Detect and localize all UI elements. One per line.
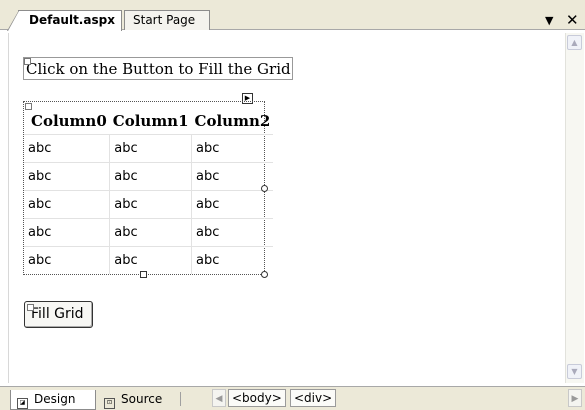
scroll-down-icon[interactable]: ▼ xyxy=(567,364,582,379)
resize-handle-corner[interactable] xyxy=(261,271,268,278)
table-row: abc abc abc xyxy=(24,133,274,162)
page-heading-label[interactable]: Click on the Button to Fill the Grid xyxy=(23,57,293,80)
grid-cell: abc xyxy=(191,189,274,218)
table-row: abc abc abc xyxy=(24,189,274,218)
grid-view[interactable]: Column0 Column1 Column2 abc abc abc abc … xyxy=(23,101,274,275)
tag-nav-right-icon[interactable]: ▶ xyxy=(568,389,582,407)
grid-cell: abc xyxy=(109,189,193,218)
column-header: Column0 xyxy=(31,111,107,130)
control-glyph-icon xyxy=(24,58,31,65)
grid-cell: abc xyxy=(24,189,111,218)
fill-grid-button[interactable]: Fill Grid xyxy=(24,301,93,328)
design-view-icon: ◪ xyxy=(17,398,28,409)
grid-table: Column0 Column1 Column2 abc abc abc abc … xyxy=(24,102,274,274)
grid-cell: abc xyxy=(109,217,193,246)
scroll-up-icon[interactable]: ▲ xyxy=(567,35,582,50)
grid-cell: abc xyxy=(24,133,111,162)
tag-nav-div[interactable]: <div> xyxy=(290,389,337,407)
chevron-down-icon[interactable]: ▼ xyxy=(545,14,553,27)
grid-cell: abc xyxy=(191,245,274,274)
tab-source-view[interactable]: ⊡ Source xyxy=(98,390,178,410)
grid-cell: abc xyxy=(109,245,193,274)
grid-cell: abc xyxy=(24,245,111,274)
tab-default-aspx[interactable]: Default.aspx xyxy=(7,10,122,31)
column-header: Column1 xyxy=(112,111,189,130)
close-icon[interactable]: ✕ xyxy=(566,11,579,29)
table-row: abc abc abc xyxy=(24,217,274,246)
document-tab-strip: Default.aspx Start Page ▼ ✕ xyxy=(0,0,585,31)
resize-handle-right[interactable] xyxy=(261,185,268,192)
design-surface[interactable]: Click on the Button to Fill the Grid ▶ C… xyxy=(8,33,565,383)
divider xyxy=(180,392,181,406)
tag-nav-body[interactable]: <body> xyxy=(228,389,286,407)
source-view-icon: ⊡ xyxy=(104,398,115,409)
view-bar: ◪ Design ⊡ Source ◀ <body> <div> ▶ xyxy=(0,386,585,410)
grid-cell: abc xyxy=(191,133,274,162)
table-row: abc abc abc xyxy=(24,161,274,190)
tab-start-page[interactable]: Start Page xyxy=(124,10,210,30)
vertical-scrollbar[interactable]: ▲ ▼ xyxy=(565,33,584,383)
grid-cell: abc xyxy=(109,161,193,190)
resize-handle-bottom[interactable] xyxy=(140,271,147,278)
grid-cell: abc xyxy=(24,217,111,246)
grid-cell: abc xyxy=(191,217,274,246)
tab-label: Start Page xyxy=(133,13,196,27)
control-glyph-icon xyxy=(27,304,34,311)
table-row: abc abc abc xyxy=(24,245,274,274)
column-header: Column2 xyxy=(194,111,271,130)
tab-design-view[interactable]: ◪ Design xyxy=(10,390,96,410)
grid-cell: abc xyxy=(24,161,111,190)
tag-nav-left-icon[interactable]: ◀ xyxy=(212,389,226,407)
tab-label: Default.aspx xyxy=(29,13,115,27)
grid-header-row: Column0 Column1 Column2 xyxy=(24,102,273,134)
grid-cell: abc xyxy=(109,133,193,162)
